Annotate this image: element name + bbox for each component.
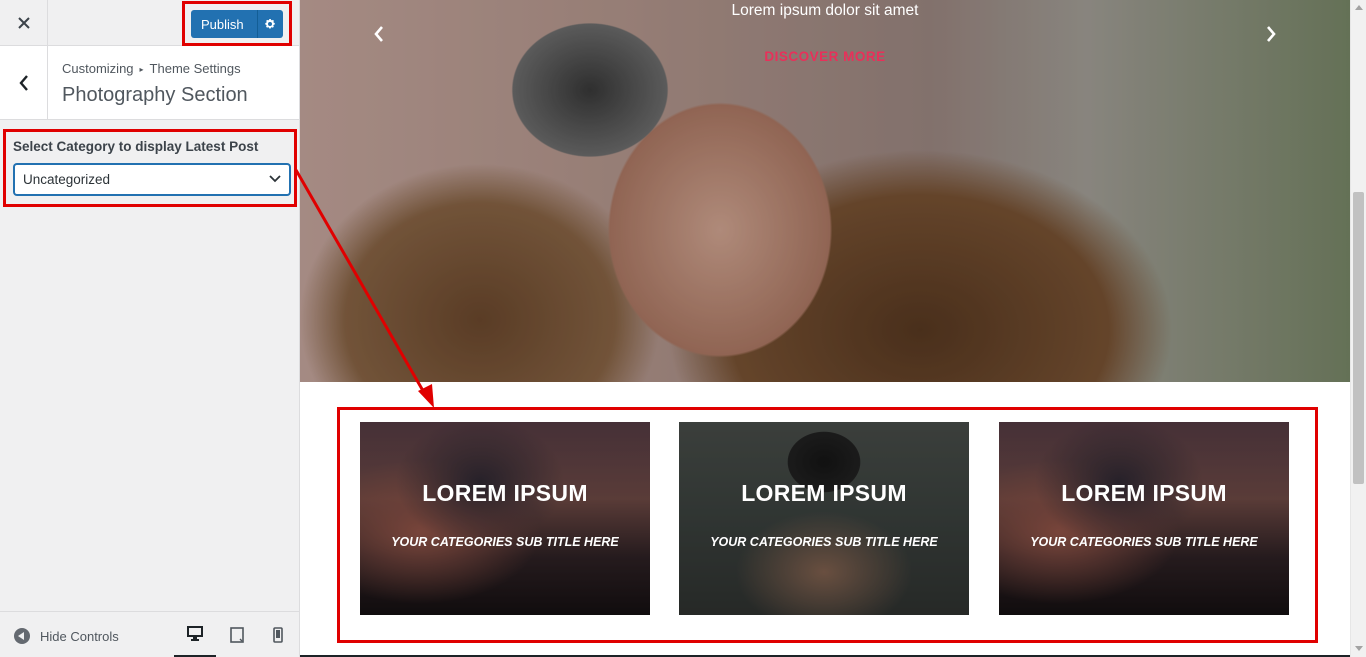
category-card[interactable]: LOREM IPSUM YOUR CATEGORIES SUB TITLE HE… [999, 422, 1289, 615]
section-title: Photography Section [62, 84, 248, 106]
publish-highlight: Publish [182, 1, 292, 46]
mobile-icon [273, 627, 283, 643]
preview-scrollbar[interactable] [1350, 0, 1366, 657]
slider-next-icon[interactable] [1260, 24, 1280, 44]
breadcrumb-root: Customizing [62, 61, 134, 76]
category-select-value: Uncategorized [23, 172, 111, 187]
publish-settings-button[interactable] [258, 18, 282, 30]
scroll-up-icon[interactable] [1355, 5, 1363, 10]
scroll-down-icon[interactable] [1355, 646, 1363, 651]
site-preview: Lorem ipsum dolor sit amet DISCOVER MORE… [300, 0, 1350, 657]
device-tablet-button[interactable] [216, 612, 258, 657]
publish-button[interactable]: Publish [191, 10, 283, 38]
slider-prev-icon[interactable] [370, 24, 390, 44]
customizer-footer: Hide Controls [0, 611, 299, 657]
category-card[interactable]: LOREM IPSUM YOUR CATEGORIES SUB TITLE HE… [679, 422, 969, 615]
breadcrumb-separator: ▸ [139, 65, 144, 74]
breadcrumb: Customizing ▸ Theme Settings [62, 61, 241, 76]
card-subtitle: YOUR CATEGORIES SUB TITLE HERE [1030, 535, 1258, 549]
discover-more-link[interactable]: DISCOVER MORE [720, 49, 930, 64]
chevron-down-icon [269, 175, 281, 183]
hero-slider: Lorem ipsum dolor sit amet DISCOVER MORE [300, 0, 1350, 382]
device-mobile-button[interactable] [257, 612, 299, 657]
card-title: LOREM IPSUM [1061, 480, 1227, 506]
hide-controls-label: Hide Controls [40, 628, 119, 644]
collapse-icon [14, 628, 30, 644]
close-button[interactable] [0, 0, 48, 45]
chevron-left-icon [18, 74, 28, 91]
publish-label: Publish [201, 16, 244, 32]
scroll-thumb[interactable] [1353, 192, 1364, 484]
card-title: LOREM IPSUM [741, 480, 907, 506]
hide-controls-button[interactable]: Hide Controls [14, 628, 119, 644]
close-icon [17, 16, 30, 29]
category-select[interactable]: Uncategorized [14, 164, 290, 195]
category-card[interactable]: LOREM IPSUM YOUR CATEGORIES SUB TITLE HE… [360, 422, 650, 615]
card-subtitle: YOUR CATEGORIES SUB TITLE HERE [710, 535, 938, 549]
tablet-icon [230, 627, 244, 643]
category-control-highlight: Select Category to display Latest Post U… [3, 129, 297, 207]
slider-caption: Lorem ipsum dolor sit amet [731, 2, 919, 19]
customizer-header: Publish [0, 0, 299, 46]
back-button[interactable] [0, 46, 48, 119]
customizer-window: { "header": { "close_icon": "close-icon"… [0, 0, 1366, 657]
breadcrumb-parent: Theme Settings [149, 61, 241, 76]
card-subtitle: YOUR CATEGORIES SUB TITLE HERE [391, 535, 619, 549]
section-header: Customizing ▸ Theme Settings Photography S… [0, 46, 299, 120]
device-desktop-button[interactable] [174, 612, 216, 657]
card-title: LOREM IPSUM [422, 480, 588, 506]
gear-icon [265, 19, 275, 29]
customizer-sidebar: Publish Customizing ▸ Theme Settings Photo… [0, 0, 300, 657]
desktop-icon [187, 626, 203, 641]
category-select-label: Select Category to display Latest Post [13, 139, 259, 154]
